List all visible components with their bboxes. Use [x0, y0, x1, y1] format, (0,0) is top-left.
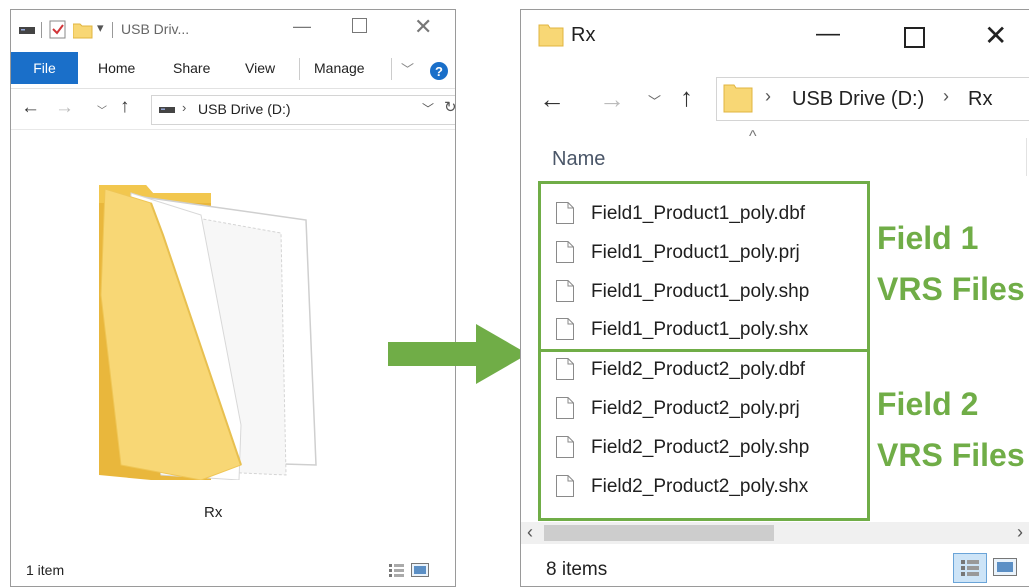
large-icons-view-icon[interactable]: [411, 563, 429, 577]
green-arrow-icon: [388, 324, 528, 384]
column-header-name[interactable]: Name: [552, 148, 605, 171]
recent-locations-icon[interactable]: ﹀: [97, 102, 107, 117]
qat-dropdown-icon[interactable]: ▾: [97, 20, 104, 36]
status-item-count: 1 item: [26, 562, 65, 578]
left-explorer-window: ▾ USB Driv... — ✕ File Home Share View M…: [10, 9, 456, 587]
breadcrumb-rx[interactable]: Rx: [968, 88, 992, 111]
scroll-right-icon[interactable]: ›: [1017, 522, 1023, 543]
drive-icon: [19, 27, 35, 34]
rx-folder-item[interactable]: Rx: [91, 175, 331, 521]
refresh-icon[interactable]: ↻: [444, 98, 455, 116]
folder-label: Rx: [204, 504, 223, 521]
horizontal-scrollbar[interactable]: ‹ ›: [521, 522, 1029, 544]
status-item-count: 8 items: [546, 559, 608, 580]
forward-arrow-icon[interactable]: →: [599, 84, 625, 115]
field1-sublabel: VRS Files: [877, 271, 1025, 307]
help-icon[interactable]: ?: [429, 61, 449, 81]
maximize-button[interactable]: [352, 18, 367, 33]
address-bar[interactable]: › USB Drive (D:) › Rx: [716, 77, 1029, 121]
right-explorer-window: Rx — ✕ ← → ﹀ ↑ › USB Drive (D:) › Rx ^ N…: [520, 9, 1029, 587]
up-arrow-icon[interactable]: ↑: [120, 96, 130, 118]
close-button[interactable]: ✕: [414, 14, 432, 40]
back-arrow-icon[interactable]: ←: [539, 84, 565, 115]
tab-view[interactable]: View: [245, 52, 275, 84]
scrollbar-thumb[interactable]: [544, 525, 774, 541]
properties-icon[interactable]: [49, 20, 67, 40]
tab-manage[interactable]: Manage: [314, 52, 365, 84]
address-bar[interactable]: › USB Drive (D:) ﹀ ↻: [151, 95, 455, 125]
expand-ribbon-icon[interactable]: ﹀: [401, 59, 414, 78]
minimize-button[interactable]: —: [293, 16, 311, 37]
ribbon-tabs: File Home Share View Manage ﹀ ?: [11, 50, 455, 89]
large-folder-icon: [99, 185, 317, 480]
maximize-button[interactable]: [904, 27, 925, 48]
breadcrumb-usb-drive[interactable]: USB Drive (D:): [198, 101, 291, 117]
breadcrumb-chevron-icon: ›: [765, 86, 771, 106]
minimize-button[interactable]: —: [816, 20, 840, 48]
folder-icon: [723, 84, 753, 113]
field2-label: Field 2: [877, 386, 979, 422]
details-view-button[interactable]: [953, 553, 987, 583]
window-title: Rx: [571, 24, 596, 46]
back-arrow-icon[interactable]: ←: [21, 97, 40, 119]
tab-file[interactable]: File: [11, 52, 78, 84]
address-row: ← → ﹀ ↑ › USB Drive (D:) ﹀ ↻: [11, 89, 455, 130]
details-view-icon: [961, 560, 979, 576]
field2-highlight-box: [538, 349, 870, 521]
breadcrumb-chevron-icon: ›: [943, 86, 949, 106]
recent-locations-icon[interactable]: ﹀: [648, 91, 661, 110]
drive-icon: [159, 107, 175, 113]
address-row: ← → ﹀ ↑ › USB Drive (D:) › Rx: [521, 74, 1029, 124]
folder-icon: [538, 24, 564, 47]
up-arrow-icon[interactable]: ↑: [680, 82, 693, 113]
forward-arrow-icon[interactable]: →: [55, 97, 74, 119]
right-title-bar: Rx — ✕: [521, 10, 1029, 70]
field1-highlight-box: [538, 181, 870, 352]
large-icons-view-icon[interactable]: [993, 558, 1017, 576]
field2-sublabel: VRS Files: [877, 437, 1025, 473]
field1-label: Field 1: [877, 220, 979, 256]
breadcrumb-usb-drive[interactable]: USB Drive (D:): [792, 88, 924, 111]
window-title: USB Driv...: [121, 21, 190, 37]
close-button[interactable]: ✕: [984, 19, 1007, 52]
new-folder-icon[interactable]: [73, 21, 93, 39]
left-title-bar: ▾ USB Driv... — ✕: [11, 10, 455, 50]
tab-share[interactable]: Share: [173, 52, 210, 84]
sort-ascending-icon: ^: [749, 128, 757, 145]
address-dropdown-icon[interactable]: ﹀: [422, 100, 434, 117]
svg-text:?: ?: [435, 64, 443, 79]
details-view-icon[interactable]: [389, 563, 405, 577]
tab-home[interactable]: Home: [98, 52, 135, 84]
breadcrumb-chevron-icon: ›: [182, 100, 187, 115]
scroll-left-icon[interactable]: ‹: [527, 522, 533, 543]
